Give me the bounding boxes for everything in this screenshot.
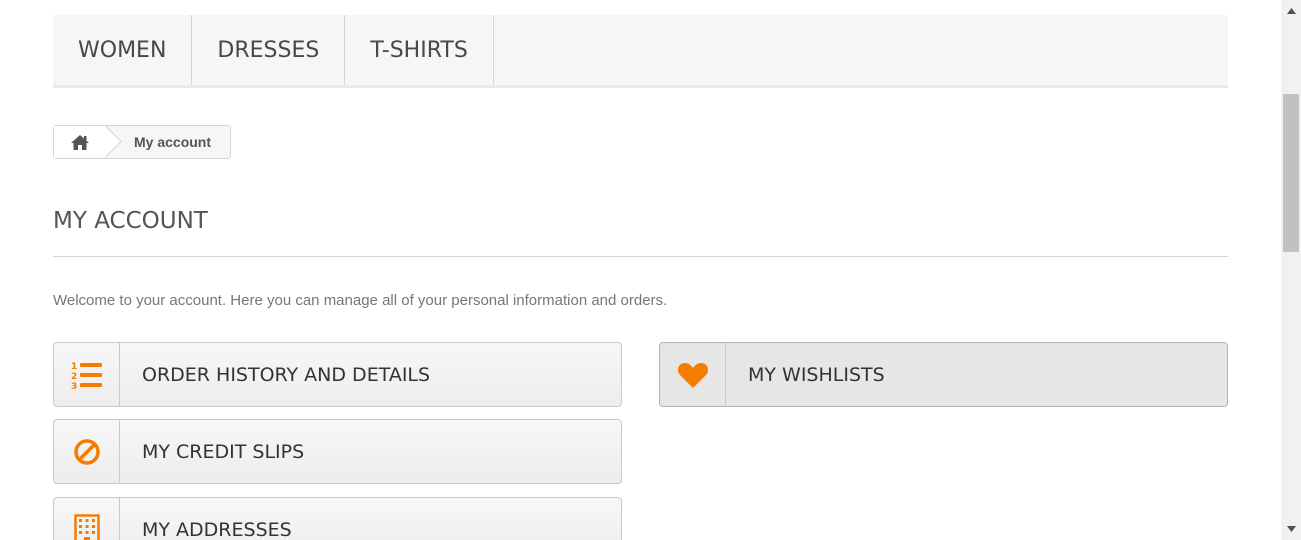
credit-slips-button[interactable]: MY CREDIT SLIPS — [53, 419, 622, 484]
chevron-up-icon — [1286, 7, 1296, 14]
svg-text:3: 3 — [71, 382, 77, 390]
breadcrumb-current: My account — [134, 134, 212, 150]
order-history-label: ORDER HISTORY AND DETAILS — [142, 363, 431, 386]
scroll-down-arrow[interactable] — [1281, 520, 1301, 537]
breadcrumb: My account — [53, 125, 231, 159]
account-info-text: Welcome to your account. Here you can ma… — [53, 292, 668, 309]
svg-text:2: 2 — [71, 372, 77, 382]
chevron-down-icon — [1286, 525, 1296, 532]
svg-text:1: 1 — [71, 362, 77, 372]
menu-item-dresses[interactable]: DRESSES — [192, 15, 346, 85]
numbered-list-icon: 1 2 3 — [54, 343, 120, 406]
top-menu: WOMEN DRESSES T-SHIRTS — [53, 15, 1228, 88]
menu-item-t-shirts[interactable]: T-SHIRTS — [345, 15, 494, 85]
scrollbar-thumb[interactable] — [1283, 94, 1299, 252]
building-icon — [54, 498, 120, 540]
wishlists-button[interactable]: MY WISHLISTS — [659, 342, 1228, 407]
menu-item-women[interactable]: WOMEN — [53, 15, 193, 85]
breadcrumb-home-link[interactable] — [54, 126, 106, 158]
page-title: MY ACCOUNT — [53, 208, 1228, 257]
home-icon — [71, 134, 89, 150]
order-history-button[interactable]: 1 2 3 ORDER HISTORY AND DETAILS — [53, 342, 622, 407]
addresses-button[interactable]: MY ADDRESSES — [53, 497, 622, 540]
credit-slips-label: MY CREDIT SLIPS — [142, 440, 305, 463]
scroll-up-arrow[interactable] — [1281, 2, 1301, 19]
wishlists-label: MY WISHLISTS — [748, 363, 885, 386]
page-scrollbar[interactable] — [1281, 0, 1301, 540]
addresses-label: MY ADDRESSES — [142, 518, 292, 540]
heart-icon — [660, 343, 726, 406]
ban-icon — [54, 420, 120, 483]
